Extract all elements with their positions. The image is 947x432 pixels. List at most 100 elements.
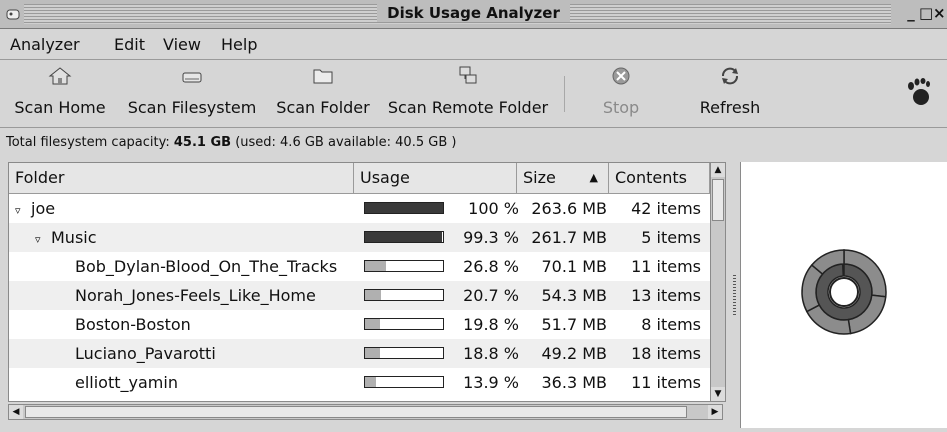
window-controls: _ □×: [895, 4, 947, 24]
scan-filesystem-button[interactable]: Scan Filesystem: [116, 60, 268, 126]
table-row[interactable]: Norah_Jones-Feels_Like_Home 20.7 % 54.3 MB…: [9, 281, 710, 310]
row-folder-name: Music: [51, 228, 97, 247]
scroll-left-arrow-icon[interactable]: ◀: [9, 405, 23, 419]
row-folder-name: Bob_Dylan-Blood_On_The_Tracks: [75, 257, 338, 276]
expander-open-icon[interactable]: ▿: [35, 225, 51, 254]
row-folder-name: elliott_yamin: [75, 373, 178, 392]
stop-button[interactable]: Stop: [590, 60, 652, 126]
row-folder-cell: elliott_yamin: [75, 368, 178, 397]
row-contents: 5 items: [641, 228, 701, 247]
table-row[interactable]: Luciano_Pavarotti 18.8 % 49.2 MB 18 items: [9, 339, 710, 368]
ring-chart[interactable]: [741, 162, 947, 428]
expander-open-icon[interactable]: ▿: [15, 196, 31, 225]
scan-filesystem-label: Scan Filesystem: [127, 98, 257, 117]
scan-folder-label: Scan Folder: [276, 98, 370, 117]
minimize-button[interactable]: _: [905, 4, 919, 22]
stop-icon: [612, 67, 630, 85]
menubar: Analyzer Edit View Help: [0, 29, 947, 60]
title-bar[interactable]: Disk Usage Analyzer _ □×: [0, 0, 947, 29]
usage-bar: [364, 376, 444, 388]
row-usage-percent: 19.8 %: [463, 315, 519, 334]
horizontal-scroll-thumb[interactable]: [25, 406, 687, 418]
table-row[interactable]: elliott_yamin 13.9 % 36.3 MB 11 items: [9, 368, 710, 397]
usage-bar-fill: [365, 232, 442, 242]
menu-analyzer[interactable]: Analyzer: [10, 35, 80, 54]
row-size: 261.7 MB: [531, 228, 607, 247]
stop-label: Stop: [602, 98, 640, 117]
table-row[interactable]: Boston-Boston 19.8 % 51.7 MB 8 items: [9, 310, 710, 339]
scroll-down-arrow-icon[interactable]: ▼: [711, 387, 725, 401]
row-size: 49.2 MB: [541, 344, 608, 363]
row-folder-name: joe: [31, 199, 56, 218]
window-title: Disk Usage Analyzer: [377, 4, 570, 22]
refresh-button[interactable]: Refresh: [692, 60, 768, 126]
usage-bar-fill: [365, 203, 443, 213]
column-header-contents[interactable]: Contents: [609, 163, 710, 193]
sort-ascending-icon: ▲: [589, 171, 598, 184]
pane-resize-handle[interactable]: [733, 275, 736, 315]
table-row[interactable]: ▿ Music 99.3 % 261.7 MB 5 items: [9, 223, 710, 252]
folder-tree-table[interactable]: Folder Usage Size ▲ Contents ▿ joe 100 % 26…: [8, 162, 711, 402]
column-header-folder[interactable]: Folder: [9, 163, 354, 193]
row-folder-cell: Norah_Jones-Feels_Like_Home: [75, 281, 316, 310]
usage-bar: [364, 231, 444, 243]
capacity-total: 45.1 GB: [173, 135, 232, 150]
usage-bar-fill: [365, 377, 376, 387]
row-folder-cell: Boston-Boston: [75, 310, 191, 339]
refresh-icon: [722, 67, 738, 85]
vertical-scrollbar[interactable]: ▲ ▼: [710, 162, 726, 402]
menu-edit[interactable]: Edit: [114, 35, 145, 54]
vertical-scroll-thumb[interactable]: [712, 179, 724, 221]
close-button[interactable]: ×: [933, 4, 947, 22]
row-size: 36.3 MB: [541, 373, 608, 392]
scan-home-button[interactable]: Scan Home: [6, 60, 114, 126]
table-row[interactable]: ▿ joe 100 % 263.6 MB 42 items: [9, 194, 710, 223]
row-contents: 18 items: [631, 344, 701, 363]
scan-home-label: Scan Home: [14, 98, 106, 117]
row-folder-name: Boston-Boston: [75, 315, 191, 334]
row-contents: 42 items: [631, 199, 701, 218]
scan-folder-button[interactable]: Scan Folder: [268, 60, 378, 126]
harddisk-icon: [182, 72, 202, 83]
usage-bar: [364, 347, 444, 359]
gnome-foot-logo: [908, 78, 930, 105]
row-usage-percent: 20.7 %: [463, 286, 519, 305]
scroll-right-arrow-icon[interactable]: ▶: [708, 405, 722, 419]
row-contents: 8 items: [641, 315, 701, 334]
row-usage-percent: 99.3 %: [463, 228, 519, 247]
row-folder-cell: ▿ joe: [15, 194, 55, 223]
toolbar-separator: [564, 76, 565, 112]
scan-remote-folder-label: Scan Remote Folder: [387, 98, 549, 117]
capacity-summary: Total filesystem capacity: 45.1 GB (used…: [6, 135, 456, 150]
network-icon: [459, 66, 477, 84]
ring-center[interactable]: [829, 277, 859, 307]
ring-chart-pane: [740, 162, 947, 428]
column-header-size-label: Size: [523, 168, 556, 187]
usage-bar-fill: [365, 348, 380, 358]
capacity-details: (used: 4.6 GB available: 40.5 GB ): [231, 135, 457, 150]
row-usage-percent: 26.8 %: [463, 257, 519, 276]
column-header-usage[interactable]: Usage: [354, 163, 517, 193]
table-row[interactable]: Bob_Dylan-Blood_On_The_Tracks 26.8 % 70.1 …: [9, 252, 710, 281]
row-folder-cell: ▿ Music: [35, 223, 97, 252]
row-usage-percent: 18.8 %: [463, 344, 519, 363]
folder-icon: [313, 69, 333, 84]
menu-view[interactable]: View: [163, 35, 201, 54]
home-icon: [48, 67, 72, 85]
maximize-button[interactable]: □: [919, 4, 933, 22]
row-folder-cell: Luciano_Pavarotti: [75, 339, 216, 368]
row-size: 54.3 MB: [541, 286, 608, 305]
scan-remote-folder-button[interactable]: Scan Remote Folder: [380, 60, 556, 126]
menu-help[interactable]: Help: [221, 35, 257, 54]
row-folder-name: Luciano_Pavarotti: [75, 344, 216, 363]
row-contents: 13 items: [631, 286, 701, 305]
horizontal-scrollbar[interactable]: ◀ ▶: [8, 404, 723, 420]
column-header-size[interactable]: Size ▲: [517, 163, 609, 193]
usage-bar: [364, 260, 444, 272]
toolbar: Scan Home Scan Filesystem Scan Folder Sc…: [0, 60, 947, 128]
row-size: 51.7 MB: [541, 315, 608, 334]
row-usage-percent: 100 %: [468, 199, 519, 218]
row-folder-cell: Bob_Dylan-Blood_On_The_Tracks: [75, 252, 337, 281]
usage-bar: [364, 202, 444, 214]
scroll-up-arrow-icon[interactable]: ▲: [711, 163, 725, 177]
